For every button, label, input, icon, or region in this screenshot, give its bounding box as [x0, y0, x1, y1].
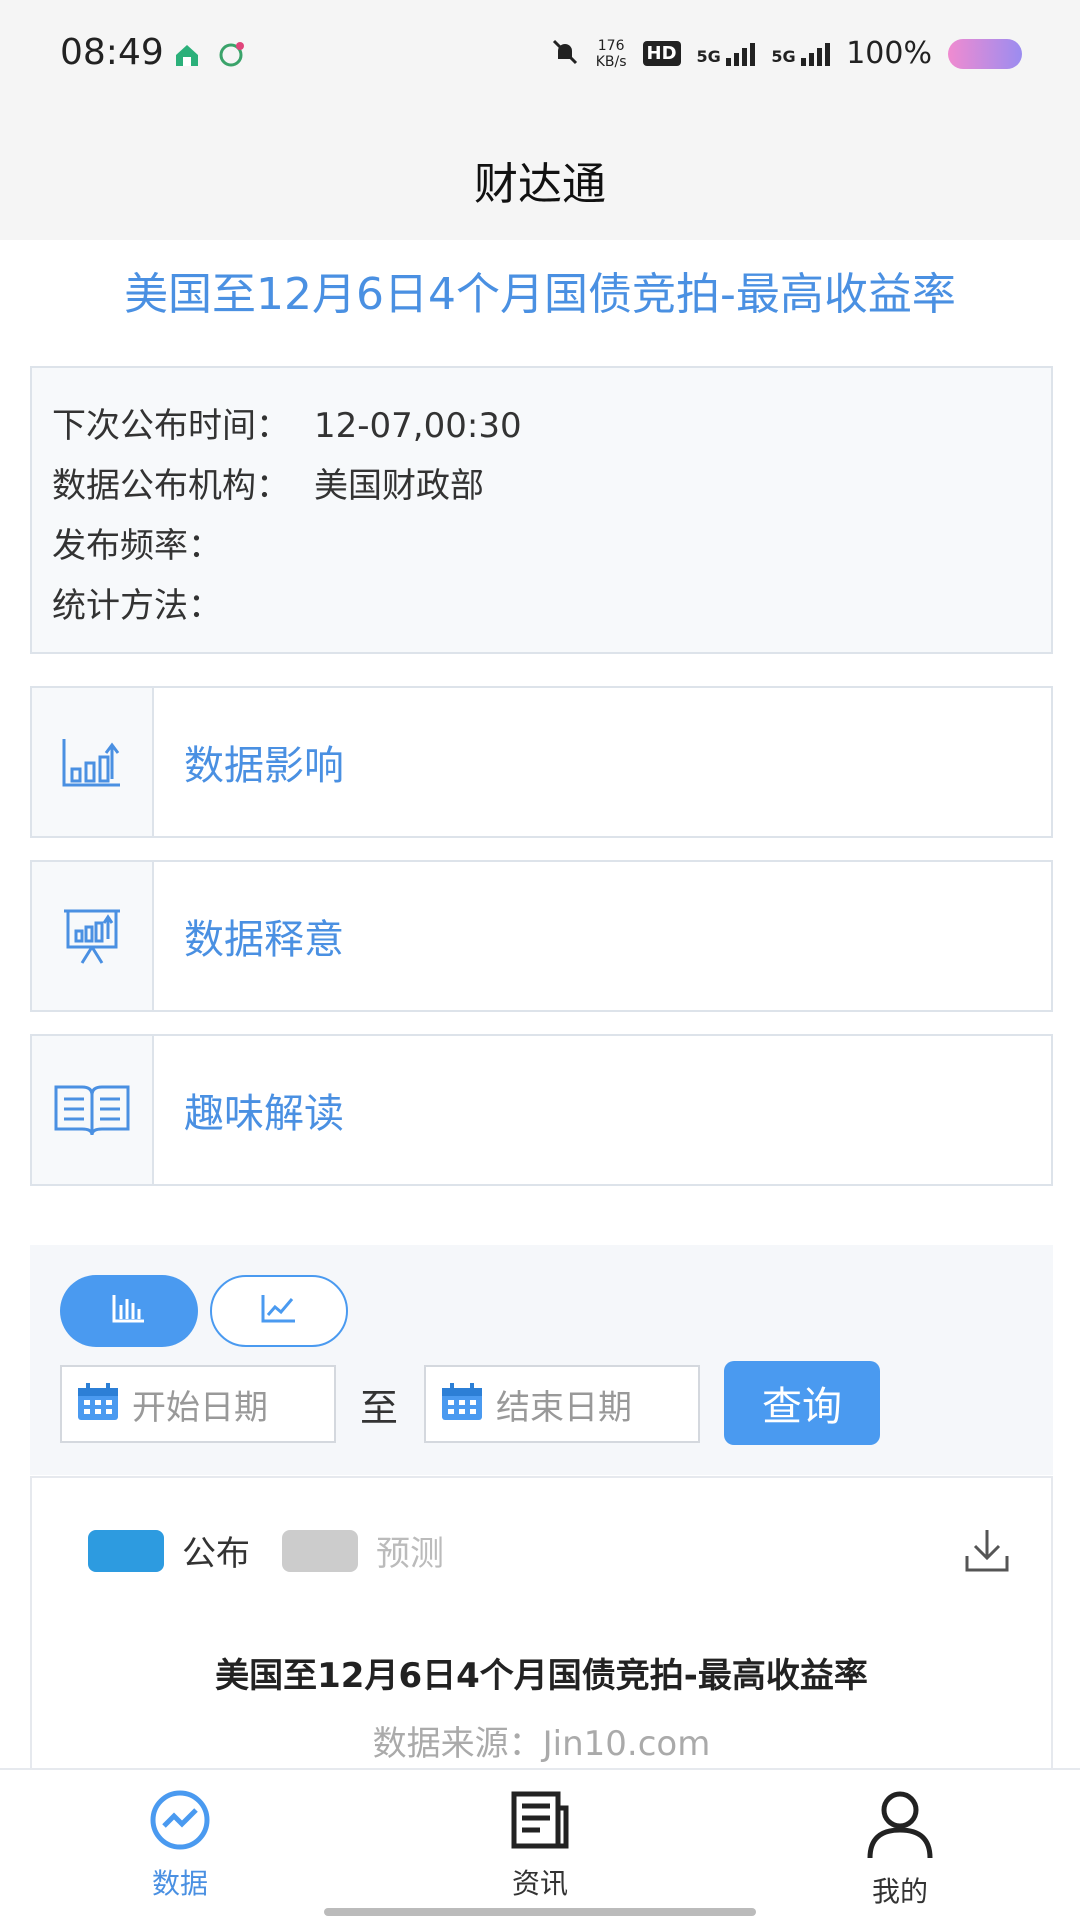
legend-swatch-published[interactable] [88, 1529, 164, 1572]
query-button[interactable]: 查询 [724, 1361, 880, 1445]
nav-item-data[interactable]: 数据 [80, 1788, 280, 1902]
page-title: 美国至12月6日4个月国债竞拍-最高收益率 [124, 269, 956, 320]
mobile-carrier-icon [216, 40, 246, 70]
menu-label: 趣味解读 [184, 1091, 344, 1137]
end-date-input[interactable]: 结束日期 [424, 1365, 700, 1443]
home-indicator[interactable] [324, 1908, 756, 1916]
chart-legend: 公布 预测 [88, 1526, 444, 1575]
home-app-icon [172, 40, 202, 70]
info-row-frequency: 发布频率： [52, 516, 1031, 576]
battery-percent: 100% [846, 36, 932, 71]
nav-item-news[interactable]: 资讯 [440, 1788, 640, 1902]
menu-label: 数据释意 [184, 917, 344, 963]
status-app-icons [172, 40, 246, 70]
info-label: 发布频率： [52, 526, 222, 566]
chart-card: 公布 预测 美国至12月6日4个月国债竞拍-最高收益率 数据来源：Jin10.c… [30, 1476, 1053, 1776]
nav-label: 我的 [871, 1875, 928, 1908]
bar-chart-toggle-button[interactable] [60, 1275, 198, 1347]
status-right: 176 KB/s HD 5G 5G 100% [550, 36, 1022, 71]
signal-bars-icon [801, 42, 831, 66]
news-icon [508, 1791, 572, 1856]
battery-icon [948, 38, 1022, 69]
signal-5g-1: 5G [697, 42, 756, 66]
info-box: 下次公布时间： 12-07,00:30 数据公布机构： 美国财政部 发布频率： … [30, 366, 1053, 654]
menu-data-impact[interactable]: 数据影响 [30, 686, 1053, 838]
status-bar: 08:49 176 KB/s HD 5G 5G 100% [0, 0, 1080, 110]
chart-circle-icon [148, 1790, 212, 1856]
chart-title: 美国至12月6日4个月国债竞拍-最高收益率 [215, 1656, 868, 1696]
presentation-board-icon [32, 862, 154, 1010]
query-panel: 开始日期 至 结束日期 查询 [30, 1245, 1053, 1475]
legend-label-published[interactable]: 公布 [182, 1526, 250, 1575]
mute-bell-icon [550, 37, 580, 71]
nav-label: 资讯 [511, 1867, 568, 1900]
info-value: 美国财政部 [314, 466, 484, 506]
download-icon[interactable] [963, 1526, 1011, 1578]
menu-label: 数据影响 [184, 743, 344, 789]
app-title: 财达通 [474, 159, 606, 210]
bottom-nav: 数据 资讯 我的 [0, 1768, 1080, 1920]
nav-label: 数据 [151, 1867, 208, 1900]
line-chart-toggle-button[interactable] [210, 1275, 348, 1347]
calendar-icon [76, 1382, 120, 1426]
open-book-icon [32, 1036, 154, 1184]
end-date-placeholder: 结束日期 [496, 1387, 632, 1428]
date-separator: 至 [360, 1386, 399, 1430]
info-value: 12-07,00:30 [314, 406, 522, 446]
nav-item-mine[interactable]: 我的 [800, 1788, 1000, 1910]
info-row-publisher: 数据公布机构： 美国财政部 [52, 456, 1031, 516]
net-speed: 176 KB/s [595, 37, 627, 70]
menu-data-meaning[interactable]: 数据释意 [30, 860, 1053, 1012]
legend-label-forecast[interactable]: 预测 [376, 1526, 444, 1575]
chart-source: 数据来源：Jin10.com [372, 1724, 711, 1764]
bar-chart-icon [111, 1293, 147, 1329]
info-row-method: 统计方法： [52, 576, 1031, 636]
info-label: 数据公布机构： [52, 466, 290, 506]
info-label: 下次公布时间： [52, 406, 290, 446]
signal-bars-icon [726, 42, 756, 66]
bar-chart-up-icon [32, 688, 154, 836]
info-label: 统计方法： [52, 586, 222, 626]
info-row-next-release: 下次公布时间： 12-07,00:30 [52, 396, 1031, 456]
line-chart-icon [260, 1293, 298, 1329]
menu-fun-reading[interactable]: 趣味解读 [30, 1034, 1053, 1186]
status-time: 08:49 [60, 32, 164, 73]
hd-badge: HD [642, 41, 681, 66]
signal-5g-2: 5G [771, 42, 831, 66]
person-icon [864, 1791, 936, 1864]
calendar-icon [440, 1382, 484, 1426]
legend-swatch-forecast[interactable] [282, 1529, 358, 1572]
start-date-placeholder: 开始日期 [132, 1387, 268, 1428]
start-date-input[interactable]: 开始日期 [60, 1365, 336, 1443]
app-header: 财达通 [0, 110, 1080, 240]
